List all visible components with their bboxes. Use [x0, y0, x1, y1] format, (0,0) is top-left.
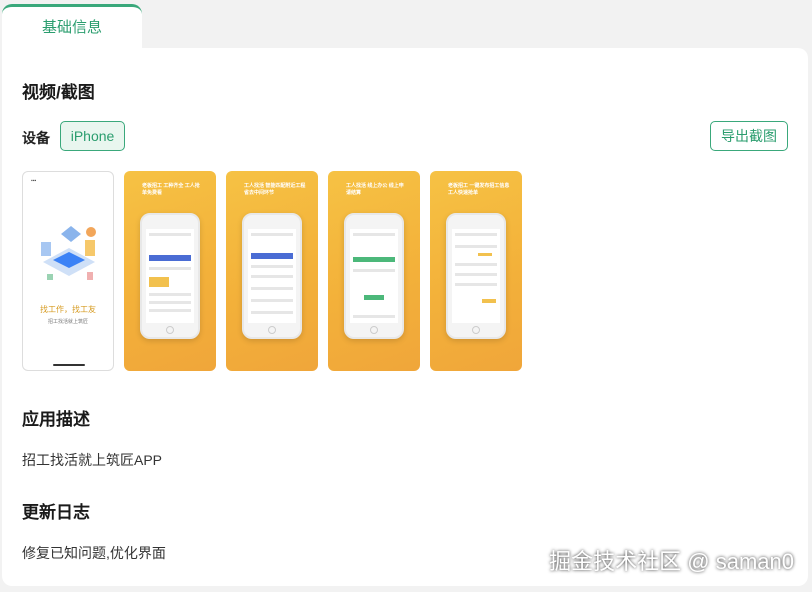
description-section-title: 应用描述	[22, 410, 90, 429]
export-screenshots-button[interactable]: 导出截图	[710, 121, 788, 151]
phone-screen	[350, 229, 398, 323]
screenshot-3[interactable]: 工人找活 智能匹配附近工程 省去中间环节	[226, 171, 318, 371]
changelog-section-title: 更新日志	[22, 503, 90, 522]
isometric-illustration	[41, 226, 96, 280]
description-text: 招工找活就上筑匠APP	[22, 452, 163, 468]
promo-text: 老板招工 一键发布招工信息 工人快速抢单	[448, 183, 510, 196]
screenshot-5[interactable]: 老板招工 一键发布招工信息 工人快速抢单	[430, 171, 522, 371]
home-button-icon	[472, 326, 480, 334]
device-chip-iphone[interactable]: iPhone	[60, 121, 125, 151]
phone-mockup	[344, 213, 404, 339]
screenshot-2[interactable]: 老板招工 工种齐全 工人抢单免费看	[124, 171, 216, 371]
device-label: 设备	[22, 130, 50, 146]
phone-mockup	[140, 213, 200, 339]
home-indicator	[53, 364, 85, 366]
phone-mockup	[446, 213, 506, 339]
screenshots-section-title: 视频/截图	[22, 83, 95, 102]
tab-bar: 基础信息	[0, 0, 812, 50]
home-button-icon	[370, 326, 378, 334]
content-card: 视频/截图 设备 iPhone 导出截图 ▪▪▪ 找工作，找工友 招工找活就上筑…	[2, 48, 808, 586]
phone-screen	[248, 229, 296, 323]
tab-basic-info[interactable]: 基础信息	[2, 4, 142, 50]
changelog-text: 修复已知问题,优化界面	[22, 545, 166, 561]
screenshot-4[interactable]: 工人找活 线上办公 线上申请结算	[328, 171, 420, 371]
promo-text: 工人找活 智能匹配附近工程 省去中间环节	[244, 183, 306, 196]
watermark: 掘金技术社区 @ saman0	[549, 549, 794, 574]
home-button-icon	[166, 326, 174, 334]
screenshot-1[interactable]: ▪▪▪ 找工作，找工友 招工找活就上筑匠	[22, 171, 114, 371]
status-bar: ▪▪▪	[31, 178, 37, 184]
splash-subtitle: 招工找活就上筑匠	[47, 319, 88, 325]
splash-title: 找工作，找工友	[40, 305, 96, 314]
phone-screen	[146, 229, 194, 323]
phone-screen	[452, 229, 500, 323]
home-button-icon	[268, 326, 276, 334]
promo-text: 老板招工 工种齐全 工人抢单免费看	[142, 183, 200, 196]
phone-mockup	[242, 213, 302, 339]
promo-text: 工人找活 线上办公 线上申请结算	[346, 183, 404, 196]
